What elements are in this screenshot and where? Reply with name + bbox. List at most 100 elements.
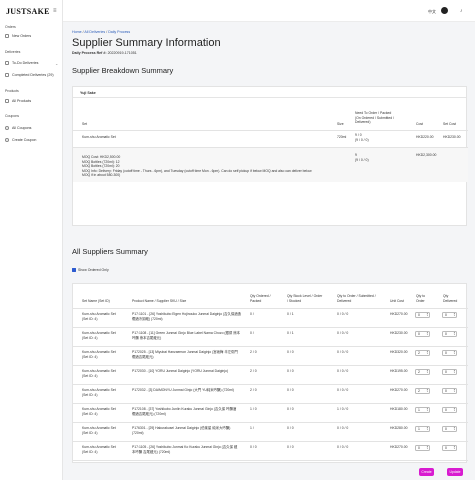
row-set-name: Kum-shu Aromatic Set (Set ID: 4) xyxy=(82,388,116,397)
stepper-icon[interactable]: ▴ ▾ xyxy=(427,445,428,451)
create-button[interactable]: Create xyxy=(419,468,434,476)
breakdown-row-set-cost: HKD230.00 xyxy=(443,135,461,139)
qty-to-order-input[interactable]: 0 ▴ ▾ xyxy=(415,311,430,318)
avatar[interactable] xyxy=(441,7,448,14)
qty-delivered-input[interactable]: 0 ▴ ▾ xyxy=(442,330,457,337)
qty-to-order-input[interactable]: 1 ▴ ▾ xyxy=(415,425,430,432)
th-set-name: Set Name (Set ID) xyxy=(82,299,110,303)
row-divider xyxy=(73,346,468,347)
sidebar-item-new-orders[interactable]: New Orders xyxy=(5,34,31,38)
row-divider xyxy=(73,441,468,442)
row-set-name: Kum-shu Aromatic Set (Set ID: 4) xyxy=(82,407,116,416)
row-order-submitted: 0 / 0 / 0 xyxy=(337,350,349,354)
divider xyxy=(73,130,468,131)
sidebar: JUSTSAKE ≡ Orders New Orders Deliveries … xyxy=(0,0,63,480)
language-switch[interactable]: 中文 xyxy=(428,9,436,15)
stepper-icon[interactable]: ▴ ▾ xyxy=(427,331,428,337)
qty-to-order-input[interactable]: 0 ▴ ▾ xyxy=(415,444,430,451)
stepper-icon[interactable]: ▴ ▾ xyxy=(427,426,428,432)
show-ordered-only-label: Show Ordered Only xyxy=(78,268,109,272)
row-product: P176301 - [29] Hakurakusei Junmai Daigin… xyxy=(132,426,231,435)
stepper-icon[interactable]: ▴ ▾ xyxy=(454,350,455,356)
stepper-icon[interactable]: ▴ ▾ xyxy=(427,369,428,375)
sidebar-item-todo-deliveries[interactable]: To-Do Deliveries ⌄ xyxy=(5,61,58,66)
row-set-name: Kum-shu Aromatic Set (Set ID: 4) xyxy=(82,369,116,378)
row-unit-cost: HKD230.00 xyxy=(390,331,408,335)
supplier-name-header: Yuji Sake xyxy=(73,87,466,98)
breakdown-row-size: 720ml xyxy=(337,135,347,139)
sidebar-item-all-products[interactable]: All Products xyxy=(5,99,31,103)
row-unit-cost: HKD270.00 xyxy=(390,388,408,392)
section-products: Products xyxy=(5,89,19,93)
page-title: Supplier Summary Information xyxy=(72,37,221,49)
row-product: P17:1101 - [26] Yoshikubo Eigen Hojinouk… xyxy=(132,312,242,321)
qty-to-order-input[interactable]: 2 ▴ ▾ xyxy=(415,387,430,394)
stepper-icon[interactable]: ▴ ▾ xyxy=(454,388,455,394)
stepper-icon[interactable]: ▴ ▾ xyxy=(427,350,428,356)
qty-to-order-input[interactable]: 0 ▴ ▾ xyxy=(415,330,430,337)
row-divider xyxy=(73,422,468,423)
stepper-icon[interactable]: ▴ ▾ xyxy=(454,331,455,337)
stepper-icon[interactable]: ▴ ▾ xyxy=(454,445,455,451)
breadcrumb-all-deliveries[interactable]: All Deliveries xyxy=(84,30,105,34)
th-unit-cost: Unit Cost xyxy=(390,299,404,303)
sidebar-item-all-coupons[interactable]: All Coupons xyxy=(5,126,31,130)
row-stock: 0 / 0 xyxy=(287,369,294,373)
th-qty-to-order: Qty to Order xyxy=(416,294,426,303)
qty-to-order-input[interactable]: 2 ▴ ▾ xyxy=(415,349,430,356)
breadcrumb-home[interactable]: Home xyxy=(72,30,82,34)
qty-delivered-input[interactable]: 0 ▴ ▾ xyxy=(442,368,457,375)
th-stock: Qty Stock Level / Order / Stocked xyxy=(287,294,323,303)
breakdown-row-need: 9 / 0 (9 / 0 / 0) xyxy=(355,133,369,142)
row-stock: 0 / 0 xyxy=(287,350,294,354)
all-suppliers-heading: All Suppliers Summary xyxy=(72,247,148,256)
menu-collapse-icon[interactable]: ≡ xyxy=(53,8,57,14)
row-unit-cost: HKD195.00 xyxy=(390,369,408,373)
row-product: P17:1108 - [11] Green Junmai Ginjo Blue … xyxy=(132,331,241,340)
row-set-name: Kum-shu Aromatic Set (Set ID: 4) xyxy=(82,445,116,454)
update-button[interactable]: Update xyxy=(447,468,463,476)
show-ordered-only-checkbox[interactable] xyxy=(72,268,76,272)
th-qty-delivered: Qty Delivered xyxy=(443,294,458,303)
stepper-icon[interactable]: ▴ ▾ xyxy=(454,312,455,318)
bell-icon[interactable]: ♪ xyxy=(460,8,463,14)
section-coupons: Coupons xyxy=(5,114,20,118)
qty-delivered-input[interactable]: 0 ▴ ▾ xyxy=(442,425,457,432)
truck-icon xyxy=(5,61,9,65)
logo[interactable]: JUSTSAKE xyxy=(6,7,50,16)
row-set-name: Kum-shu Aromatic Set (Set ID: 4) xyxy=(82,312,116,321)
row-order-submitted: 0 / 0 / 0 xyxy=(337,388,349,392)
row-stock: 0 / 0 xyxy=(287,407,294,411)
sidebar-item-completed-deliveries[interactable]: Completed Deliveries (29) xyxy=(5,73,54,77)
row-product: P172025 - [13] Miyubai Hanzaemon Junmai … xyxy=(132,350,238,359)
qty-delivered-input[interactable]: 0 ▴ ▾ xyxy=(442,311,457,318)
th-product: Product Name / Supplier SKU / Size xyxy=(132,299,187,303)
row-qty-packed: 2 / 0 xyxy=(250,369,257,373)
coupon-icon xyxy=(5,126,9,130)
bottle-icon xyxy=(5,99,9,103)
th-qty-packed: Qty Ordered / Packed xyxy=(250,294,271,303)
sidebar-item-create-coupon[interactable]: Create Coupon xyxy=(5,138,36,142)
stepper-icon[interactable]: ▴ ▾ xyxy=(454,407,455,413)
breadcrumb-daily-process[interactable]: Daily Process xyxy=(108,30,130,34)
row-unit-cost: HKD280.00 xyxy=(390,426,408,430)
row-qty-packed: 2 / 0 xyxy=(250,350,257,354)
stepper-icon[interactable]: ▴ ▾ xyxy=(427,407,428,413)
top-bar xyxy=(63,0,475,22)
qty-to-order-input[interactable]: 1 ▴ ▾ xyxy=(415,406,430,413)
row-divider xyxy=(73,365,468,366)
qty-delivered-input[interactable]: 0 ▴ ▾ xyxy=(442,444,457,451)
stepper-icon[interactable]: ▴ ▾ xyxy=(427,312,428,318)
qty-delivered-input[interactable]: 0 ▴ ▾ xyxy=(442,349,457,356)
section-deliveries: Deliveries xyxy=(5,50,21,54)
stepper-icon[interactable]: ▴ ▾ xyxy=(427,388,428,394)
supplier-breakdown-card: Yuji Sake Set Size Need To Order / Packe… xyxy=(72,86,468,226)
stepper-icon[interactable]: ▴ ▾ xyxy=(454,369,455,375)
row-qty-packed: 0 / xyxy=(250,312,254,316)
daily-process-ref: Daily Process Ref #: 20220919-171051 xyxy=(72,51,137,55)
qty-delivered-input[interactable]: 0 ▴ ▾ xyxy=(442,406,457,413)
add-icon xyxy=(5,138,9,142)
stepper-icon[interactable]: ▴ ▾ xyxy=(454,426,455,432)
qty-delivered-input[interactable]: 0 ▴ ▾ xyxy=(442,387,457,394)
qty-to-order-input[interactable]: 2 ▴ ▾ xyxy=(415,368,430,375)
